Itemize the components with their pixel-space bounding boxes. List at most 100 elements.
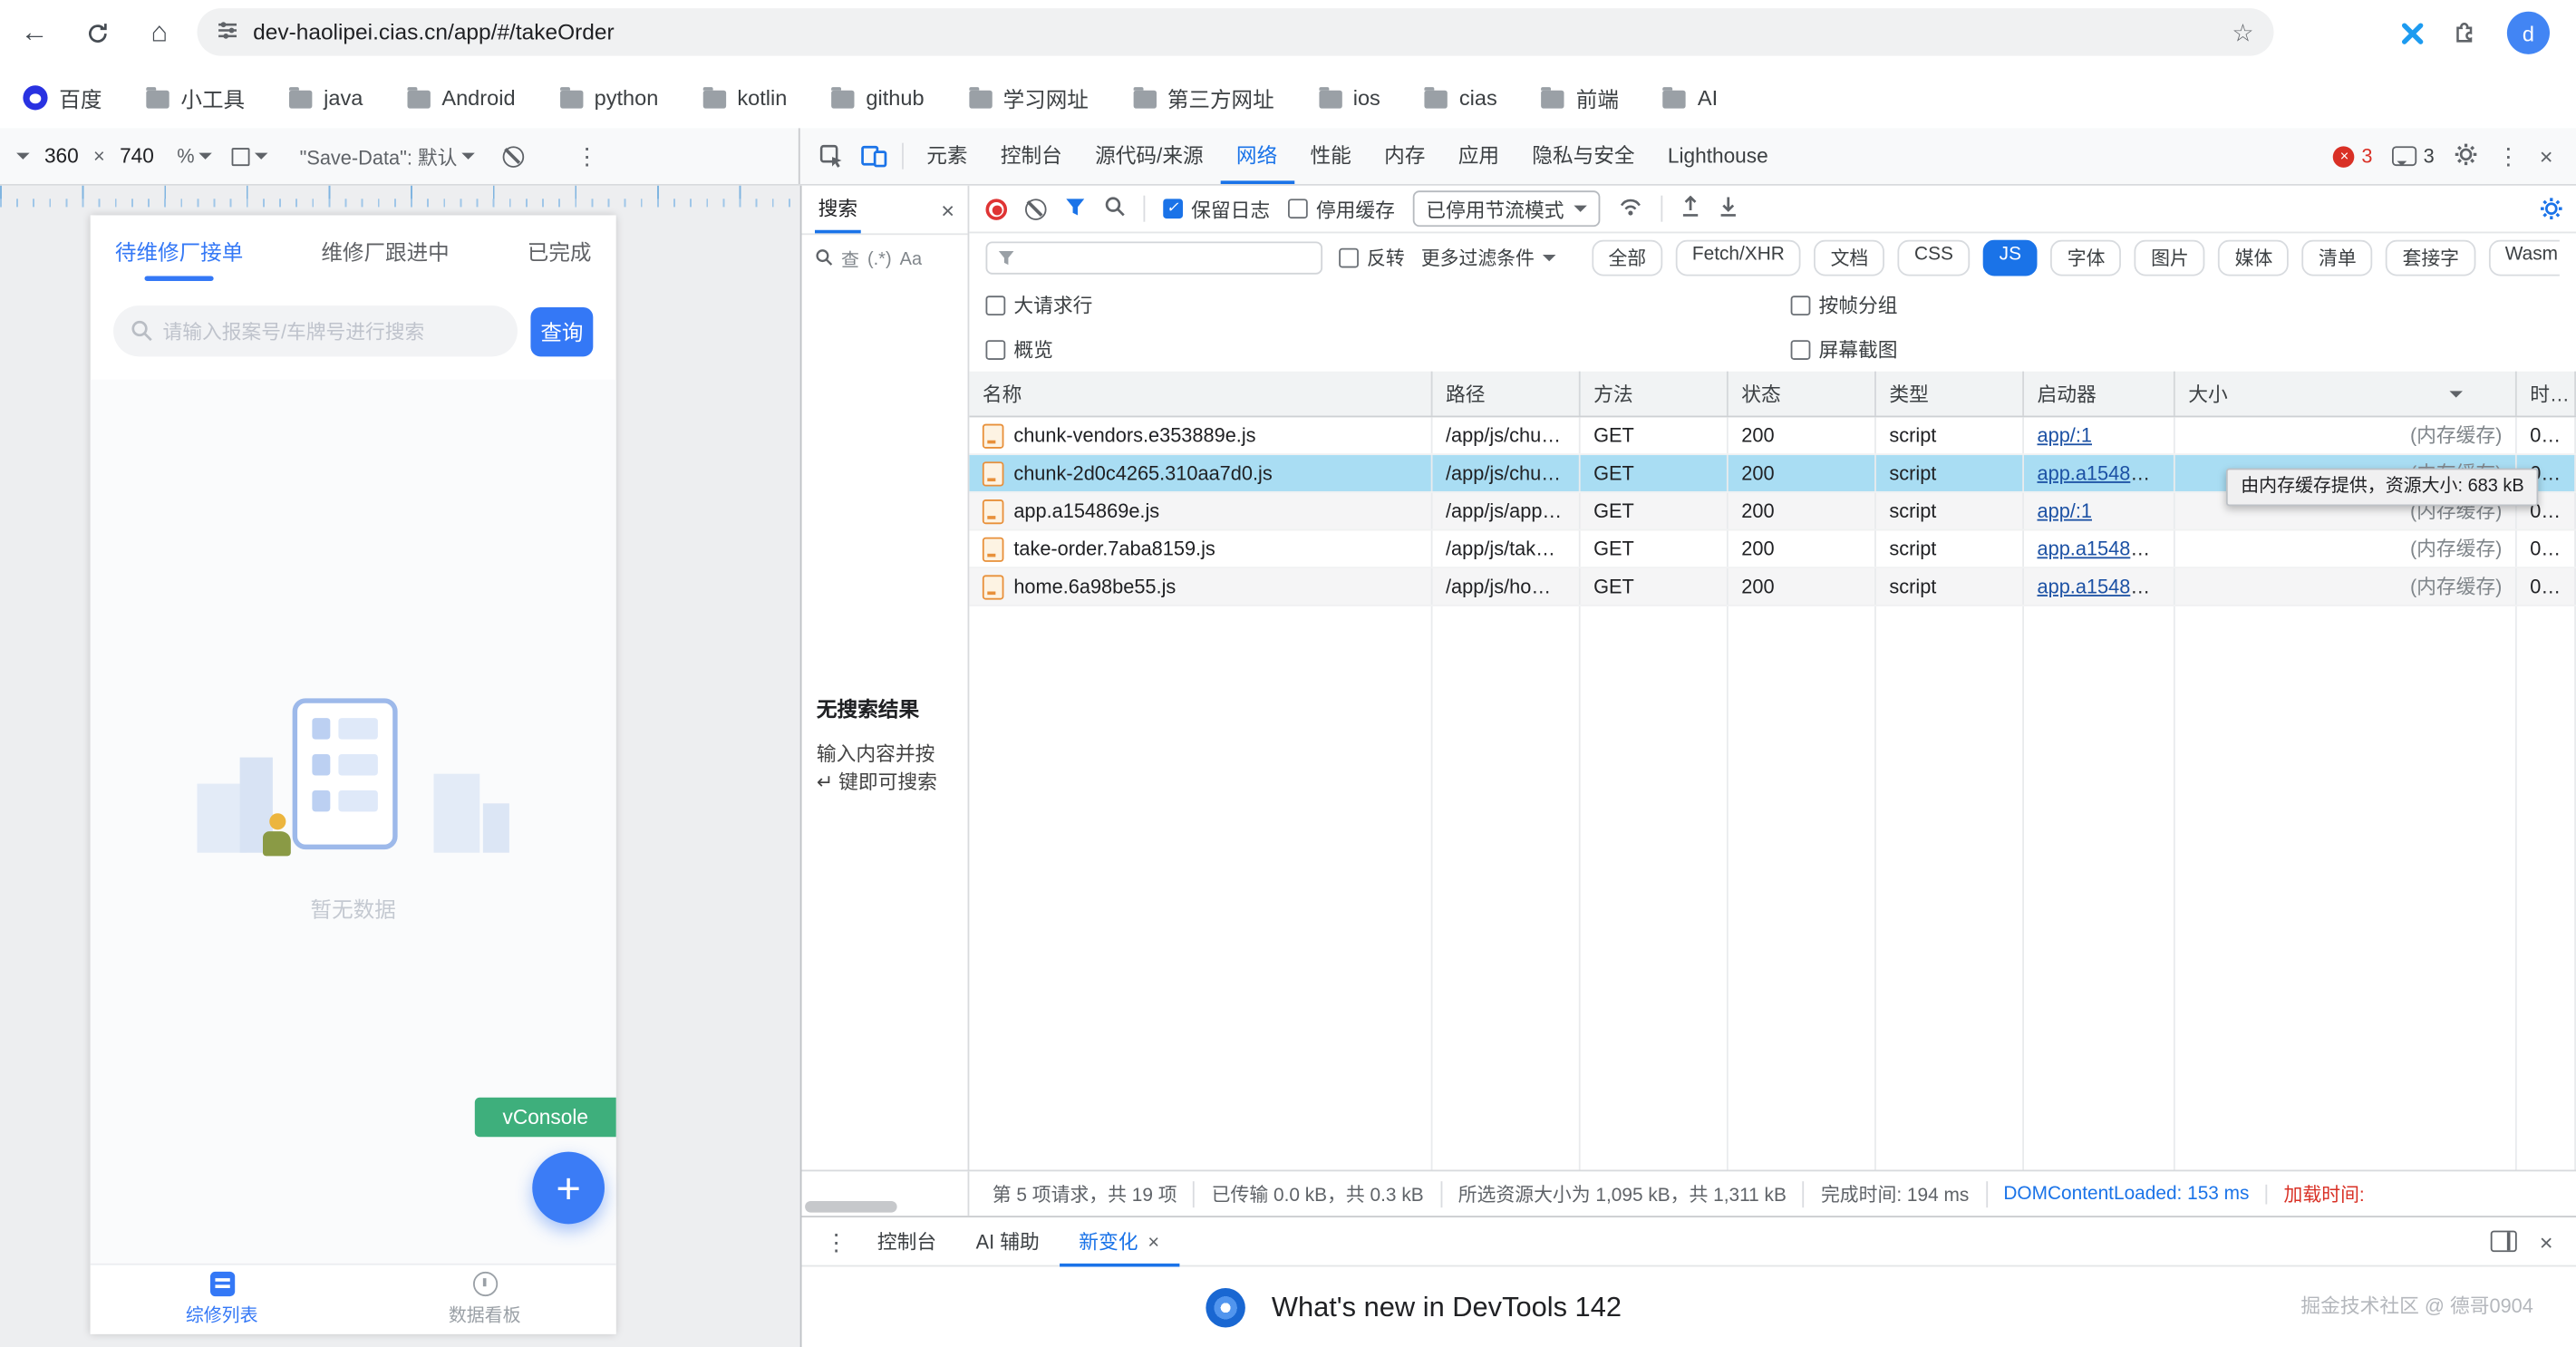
- initiator-link[interactable]: app.a154869e…: [2038, 461, 2175, 484]
- initiator-link[interactable]: app.a154869e…: [2038, 538, 2175, 560]
- drawer-menu-icon[interactable]: ⋮: [815, 1230, 857, 1253]
- nav-item-repair-list[interactable]: 综修列表: [91, 1265, 353, 1334]
- drawer-tab-ai[interactable]: AI 辅助: [956, 1216, 1060, 1265]
- more-filters-dropdown[interactable]: 更多过滤条件: [1421, 245, 1556, 271]
- network-request-row[interactable]: chunk-vendors.e353889e.js /app/js/chu… G…: [969, 417, 2576, 455]
- tab-elements[interactable]: 元素: [910, 128, 984, 184]
- url-bar[interactable]: dev-haolipei.cias.cn/app/#/takeOrder ☆: [198, 8, 2274, 56]
- devtools-close-icon[interactable]: ×: [2540, 145, 2553, 168]
- drawer-tab-whats-new[interactable]: 新变化 ×: [1060, 1216, 1179, 1265]
- tab-performance[interactable]: 性能: [1293, 128, 1368, 184]
- device-toolbar-menu-icon[interactable]: ⋮: [576, 145, 598, 168]
- drawer-tab-console[interactable]: 控制台: [857, 1216, 956, 1265]
- home-icon[interactable]: ⌂: [131, 5, 188, 61]
- big-request-rows-checkbox[interactable]: 大请求行: [986, 291, 1093, 319]
- tab-console[interactable]: 控制台: [984, 128, 1079, 184]
- bookmark-star-icon[interactable]: ☆: [2232, 17, 2253, 47]
- save-data-dropdown[interactable]: "Save-Data": 默认: [300, 142, 476, 170]
- tab-sources[interactable]: 源代码/来源: [1079, 128, 1220, 184]
- search-pane-tab[interactable]: 搜索: [815, 186, 861, 234]
- drawer-close-icon[interactable]: ×: [2540, 1230, 2553, 1253]
- search-query-hint[interactable]: 查: [841, 247, 859, 273]
- search-pane-close-icon[interactable]: ×: [941, 198, 954, 220]
- bookmark-folder[interactable]: 第三方网址: [1133, 82, 1274, 112]
- search-icon[interactable]: [1104, 196, 1126, 222]
- pill-css[interactable]: CSS: [1898, 240, 1970, 276]
- preserve-log-checkbox[interactable]: 保留日志: [1163, 195, 1270, 223]
- viewport-height-input[interactable]: 740: [120, 145, 154, 168]
- site-settings-icon[interactable]: [217, 19, 238, 45]
- network-request-row[interactable]: take-order.7aba8159.js /app/js/tak… GET …: [969, 530, 2576, 568]
- column-header-path[interactable]: 路径: [1433, 372, 1581, 416]
- zoom-dropdown[interactable]: %: [177, 145, 212, 168]
- close-tab-icon[interactable]: ×: [1148, 1231, 1159, 1251]
- error-badge[interactable]: ×3: [2334, 145, 2373, 168]
- column-header-type[interactable]: 类型: [1876, 372, 2024, 416]
- bookmark-item-baidu[interactable]: 百度: [23, 82, 102, 112]
- pill-all[interactable]: 全部: [1592, 240, 1662, 276]
- disable-cache-checkbox[interactable]: 停用缓存: [1288, 195, 1395, 223]
- pill-media[interactable]: 媒体: [2218, 240, 2289, 276]
- clear-icon[interactable]: [1025, 198, 1047, 219]
- add-fab-button[interactable]: +: [532, 1152, 605, 1225]
- network-conditions-icon[interactable]: [1618, 197, 1642, 221]
- screenshots-checkbox[interactable]: 屏幕截图: [1791, 335, 1898, 363]
- column-header-time[interactable]: 时间: [2517, 372, 2576, 416]
- app-tab-in-progress[interactable]: 维修厂跟进中: [321, 215, 449, 289]
- bookmark-folder[interactable]: kotlin: [702, 84, 787, 109]
- bookmark-folder[interactable]: python: [560, 84, 659, 109]
- tab-application[interactable]: 应用: [1442, 128, 1516, 184]
- pill-js[interactable]: JS: [1983, 240, 2039, 276]
- pill-doc[interactable]: 文档: [1814, 240, 1884, 276]
- column-header-status[interactable]: 状态: [1729, 372, 1876, 416]
- tab-network[interactable]: 网络: [1220, 128, 1294, 184]
- regex-toggle[interactable]: (.*): [867, 250, 892, 270]
- x-extension-icon[interactable]: [2400, 21, 2425, 45]
- tab-privacy-security[interactable]: 隐私与安全: [1516, 128, 1651, 184]
- viewport-width-input[interactable]: 360: [44, 145, 79, 168]
- record-icon[interactable]: [986, 198, 1008, 219]
- initiator-link[interactable]: app/:1: [2038, 499, 2092, 522]
- bookmark-folder[interactable]: java: [289, 84, 363, 109]
- pill-wasm[interactable]: Wasm: [2489, 240, 2560, 276]
- tab-memory[interactable]: 内存: [1368, 128, 1442, 184]
- bookmark-folder[interactable]: Android: [407, 84, 515, 109]
- dock-side-icon[interactable]: [2490, 1231, 2516, 1253]
- toggle-device-toolbar-icon[interactable]: [853, 135, 896, 178]
- app-search-input[interactable]: [113, 305, 518, 356]
- initiator-link[interactable]: app.a154869e…: [2038, 575, 2175, 597]
- app-search-button[interactable]: 查询: [530, 306, 593, 355]
- nav-item-dashboard[interactable]: 数据看板: [353, 1265, 616, 1334]
- column-header-method[interactable]: 方法: [1581, 372, 1729, 416]
- pill-manifest[interactable]: 清单: [2302, 240, 2373, 276]
- device-type-dropdown[interactable]: [232, 146, 268, 166]
- devtools-menu-icon[interactable]: ⋮: [2497, 145, 2520, 168]
- bookmark-folder[interactable]: 前端: [1542, 82, 1619, 112]
- column-header-name[interactable]: 名称: [969, 372, 1432, 416]
- profile-avatar[interactable]: d: [2507, 12, 2550, 54]
- bookmark-folder[interactable]: 小工具: [146, 82, 245, 112]
- tab-lighthouse[interactable]: Lighthouse: [1651, 128, 1785, 184]
- bookmark-folder[interactable]: ios: [1319, 84, 1380, 109]
- extensions-puzzle-icon[interactable]: [2453, 17, 2479, 48]
- import-har-icon[interactable]: [1680, 196, 1700, 222]
- match-case-toggle[interactable]: Aa: [900, 250, 922, 270]
- search-icon[interactable]: [815, 248, 833, 271]
- export-har-icon[interactable]: [1719, 196, 1738, 222]
- scrollbar-thumb[interactable]: [805, 1201, 897, 1213]
- vconsole-button[interactable]: vConsole: [475, 1098, 616, 1138]
- network-request-row[interactable]: home.6a98be55.js /app/js/ho… GET 200 scr…: [969, 568, 2576, 606]
- bookmark-folder[interactable]: 学习网址: [969, 82, 1089, 112]
- app-tab-pending[interactable]: 待维修厂接单: [115, 215, 243, 289]
- pill-socket[interactable]: 套接字: [2386, 240, 2475, 276]
- devtools-settings-gear-icon[interactable]: [2455, 142, 2477, 170]
- dimensions-dropdown-icon[interactable]: [16, 153, 30, 167]
- back-icon[interactable]: ←: [6, 5, 63, 61]
- column-header-initiator[interactable]: 启动器: [2024, 372, 2175, 416]
- pill-fetch-xhr[interactable]: Fetch/XHR: [1676, 240, 1801, 276]
- app-tab-done[interactable]: 已完成: [528, 215, 592, 289]
- throttling-select[interactable]: 已停用节流模式: [1413, 190, 1601, 227]
- reload-icon[interactable]: [69, 5, 125, 61]
- search-pane-scrollbar[interactable]: [802, 1171, 970, 1216]
- pill-font[interactable]: 字体: [2051, 240, 2122, 276]
